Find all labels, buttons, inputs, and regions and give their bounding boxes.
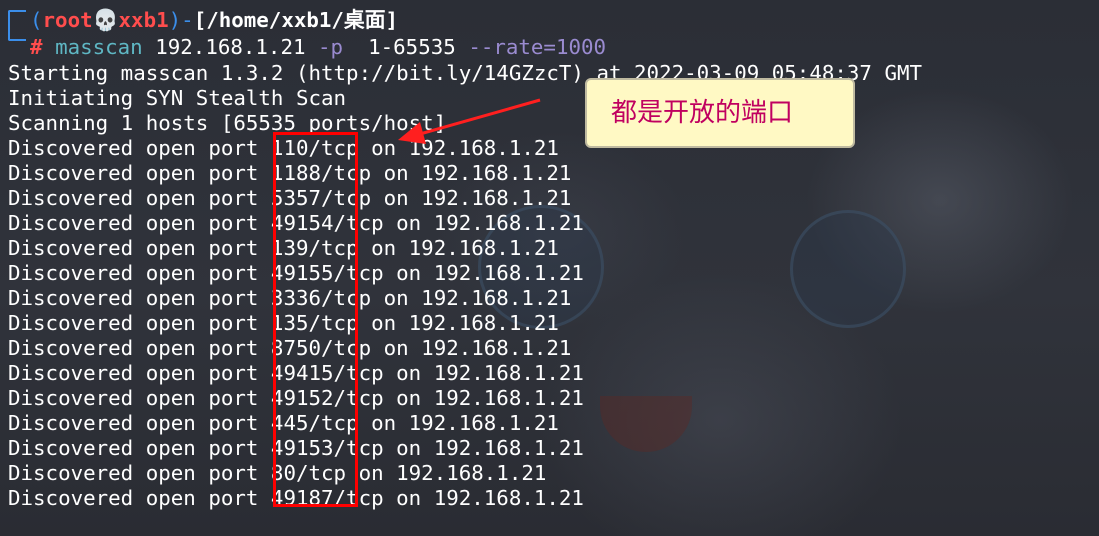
arrow-icon xyxy=(398,98,541,144)
terminal-window[interactable]: (root💀xxb1)-[/home/xxb1/桌面] # masscan 19… xyxy=(0,0,1099,536)
